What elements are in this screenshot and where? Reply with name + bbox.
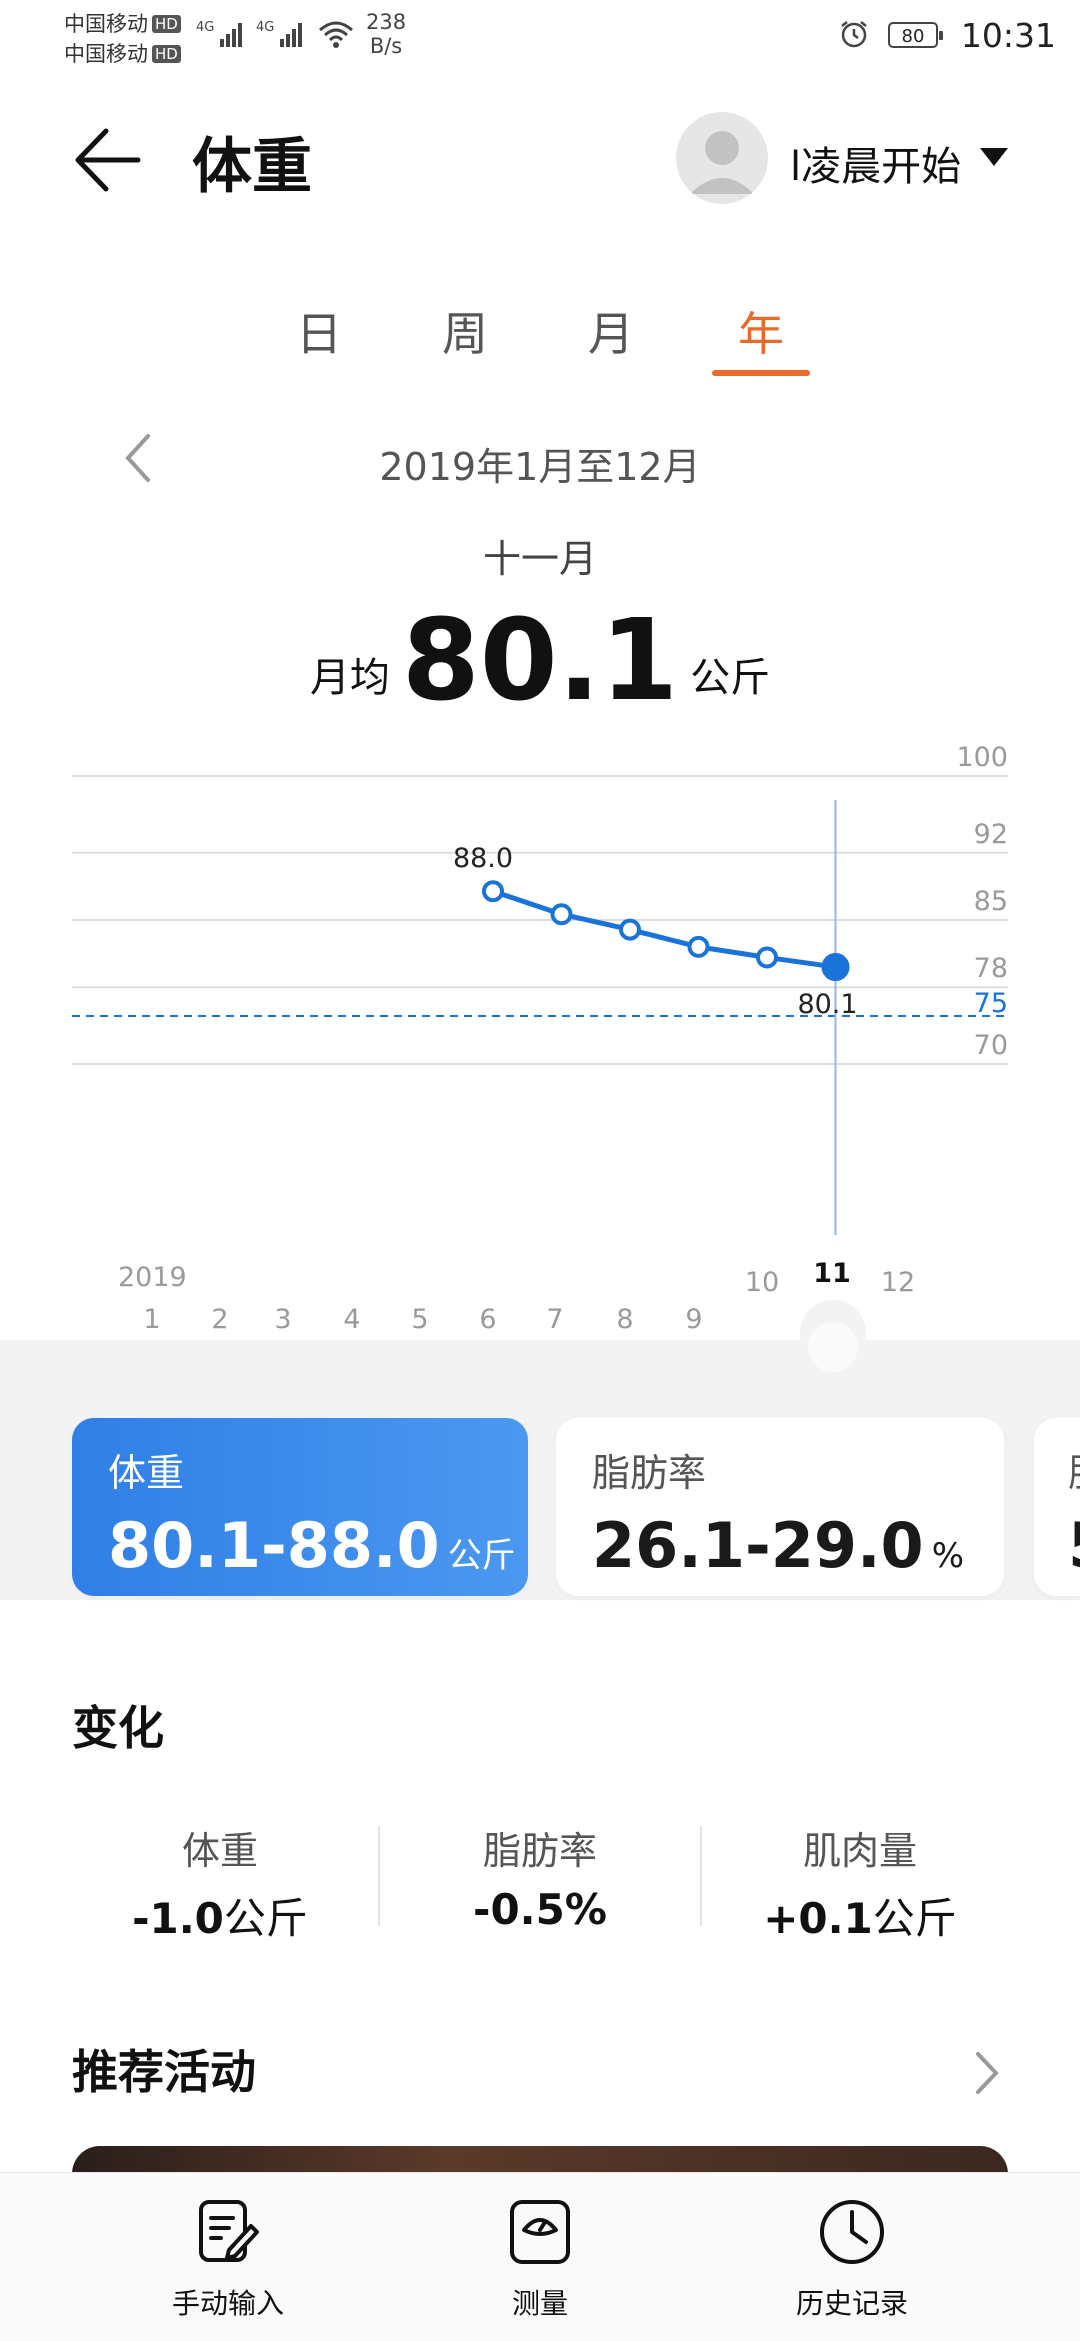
card-title: 肌 xyxy=(1068,1442,1080,1497)
chart-handle[interactable] xyxy=(808,1322,858,1372)
data-point xyxy=(619,918,641,941)
signal-icon-1: 4G xyxy=(196,20,244,52)
average-label: 月均 xyxy=(309,655,390,701)
recommend-title: 推荐活动 xyxy=(72,2045,256,2099)
x-tick-label: 11 xyxy=(813,1258,851,1289)
x-tick-label: 5 xyxy=(411,1304,428,1335)
net-speed: 238 B/s xyxy=(366,10,407,58)
x-tick-label: 4 xyxy=(343,1304,360,1335)
card-body-fat[interactable]: 脂肪率 26.1-29.0% xyxy=(556,1418,1004,1596)
change-muscle: 肌肉量 +0.1公斤 xyxy=(763,1829,957,1943)
changes-title: 变化 xyxy=(72,1701,164,1755)
clock-time: 10:31 xyxy=(960,16,1056,55)
change-weight: 体重 -1.0公斤 xyxy=(132,1829,308,1943)
scale-icon xyxy=(510,2200,570,2264)
data-point xyxy=(687,935,710,958)
battery-icon: 80 xyxy=(888,22,943,48)
change-body-fat: 脂肪率 -0.5% xyxy=(473,1829,607,1934)
avatar[interactable] xyxy=(676,112,768,204)
y-tick-label: 92 xyxy=(974,819,1008,850)
target-label: 75 xyxy=(974,988,1008,1019)
y-tick-label: 85 xyxy=(974,886,1008,917)
carrier-1: 中国移动 HD xyxy=(64,8,181,38)
nav-history[interactable]: 历史记录 xyxy=(732,2196,972,2322)
data-point xyxy=(756,946,778,969)
card-weight[interactable]: 体重 80.1-88.0 公斤 xyxy=(72,1418,528,1596)
divider xyxy=(378,1826,380,1926)
user-dropdown-icon[interactable] xyxy=(980,148,1008,166)
nav-manual-input[interactable]: 手动输入 xyxy=(108,2196,348,2322)
card-muscle[interactable]: 肌 5 xyxy=(1034,1418,1080,1596)
x-year-label: 2019 xyxy=(118,1262,187,1293)
card-value: 80.1-88.0 公斤 xyxy=(108,1509,516,1582)
y-tick-label: 78 xyxy=(974,953,1008,984)
page-title: 体重 xyxy=(192,132,312,202)
average-value: 80.1 xyxy=(401,596,679,726)
clock-icon xyxy=(820,2200,884,2264)
tab-day[interactable]: 日 xyxy=(274,298,364,364)
card-value: 5 xyxy=(1068,1509,1080,1582)
tab-indicator xyxy=(712,370,810,376)
card-title: 脂肪率 xyxy=(592,1451,707,1495)
weight-chart[interactable]: 100928578707588.080.120191 2 3 4 5 6 7 8 910 11 12 xyxy=(0,730,1080,1350)
selected-month: 十一月 xyxy=(482,537,597,581)
nav-measure[interactable]: 测量 xyxy=(420,2196,660,2322)
date-range: 2019年1月至12月 xyxy=(379,445,701,489)
data-point xyxy=(821,953,850,982)
data-point xyxy=(550,903,573,926)
tab-month[interactable]: 月 xyxy=(566,298,656,364)
x-tick-label: 1 xyxy=(143,1304,160,1335)
data-label-last: 80.1 xyxy=(797,989,857,1020)
data-label-first: 88.0 xyxy=(453,843,513,874)
back-arrow-icon[interactable] xyxy=(72,125,142,195)
x-tick-label: 6 xyxy=(479,1304,496,1335)
x-tick-label: 8 xyxy=(616,1304,633,1335)
card-title: 体重 xyxy=(108,1451,185,1495)
data-point xyxy=(482,880,504,903)
x-tick-label: 12 xyxy=(881,1267,915,1298)
average-unit: 公斤 xyxy=(690,655,771,701)
status-bar: 中国移动 HD 中国移动 HD 4G 4G 238 B/s 80 10:31 xyxy=(0,0,1080,76)
x-tick-label: 10 xyxy=(745,1267,779,1298)
tab-year[interactable]: 年 xyxy=(716,298,806,364)
x-tick-label: 3 xyxy=(274,1304,291,1335)
user-avatar-icon xyxy=(690,131,754,194)
monthly-average: 月均 80.1 公斤 xyxy=(0,596,1080,726)
card-value: 26.1-29.0% xyxy=(592,1509,964,1582)
divider xyxy=(700,1826,702,1926)
wifi-icon xyxy=(319,21,353,48)
series-line xyxy=(492,888,836,970)
tab-week[interactable]: 周 xyxy=(420,298,510,364)
carrier-2: 中国移动 HD xyxy=(64,38,181,68)
x-tick-label: 2 xyxy=(211,1304,228,1335)
x-tick-label: 9 xyxy=(685,1304,702,1335)
x-tick-label: 7 xyxy=(546,1304,563,1335)
alarm-icon xyxy=(841,21,867,48)
user-name[interactable]: l凌晨开始 xyxy=(790,134,961,192)
signal-icon-2: 4G xyxy=(256,20,304,52)
y-tick-label: 70 xyxy=(974,1030,1008,1061)
edit-icon xyxy=(199,2200,259,2262)
chevron-right-icon[interactable] xyxy=(972,2048,1002,2098)
y-tick-label: 100 xyxy=(956,742,1008,773)
